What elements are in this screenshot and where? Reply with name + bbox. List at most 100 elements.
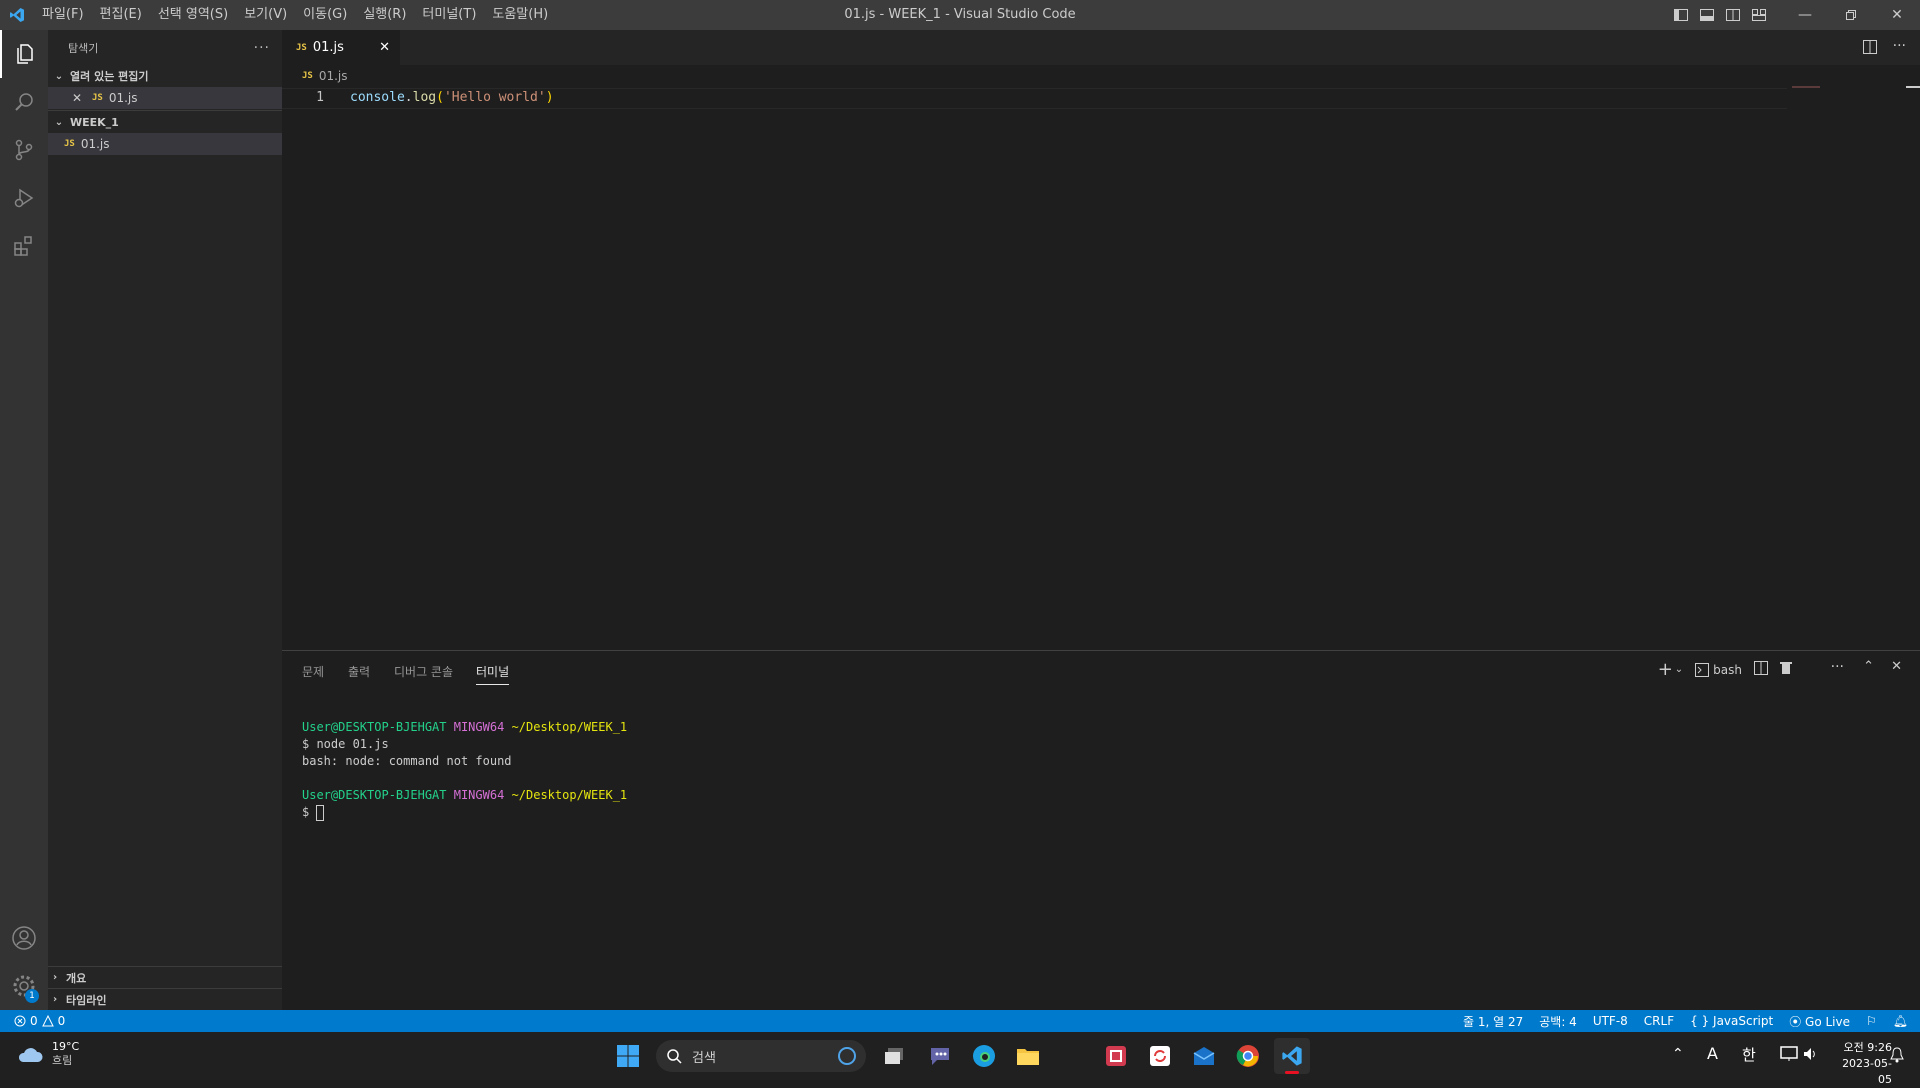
close-icon[interactable]: ✕	[72, 91, 86, 105]
search-icon[interactable]	[0, 78, 48, 126]
volume-icon[interactable]	[1802, 1046, 1818, 1066]
extensions-icon[interactable]	[0, 222, 48, 270]
encoding[interactable]: UTF-8	[1593, 1014, 1628, 1028]
js-file-icon: JS	[92, 93, 103, 103]
tab-debug-console[interactable]: 디버그 콘솔	[394, 663, 453, 680]
open-editor-item[interactable]: ✕ JS 01.js	[48, 87, 282, 109]
menu-help[interactable]: 도움말(H)	[484, 0, 556, 30]
bing-icon[interactable]	[838, 1047, 856, 1065]
clock-time: 오전 9:26	[1843, 1041, 1892, 1054]
windows-start-icon[interactable]	[610, 1038, 646, 1074]
source-control-icon[interactable]	[0, 126, 48, 174]
folder-section[interactable]: ⌄ WEEK_1	[48, 110, 282, 133]
trash-icon[interactable]	[1780, 661, 1792, 678]
editor-more-actions-icon[interactable]: ···	[1893, 38, 1906, 54]
code-string: 'Hello world'	[443, 90, 546, 105]
terminal-input-line[interactable]: $	[302, 804, 325, 821]
cursor-position[interactable]: 줄 1, 열 27	[1463, 1013, 1523, 1030]
red-app-icon[interactable]	[1098, 1038, 1134, 1074]
tab-terminal[interactable]: 터미널	[476, 663, 510, 685]
more-actions-icon[interactable]: ···	[254, 40, 270, 56]
cloud-icon	[18, 1048, 43, 1062]
file-tree-item[interactable]: JS 01.js	[48, 133, 282, 155]
taskbar-search-box[interactable]: 검색	[656, 1040, 866, 1072]
menu-bar: 파일(F) 편집(E) 선택 영역(S) 보기(V) 이동(G) 실행(R) 터…	[34, 0, 556, 30]
panel-more-actions-icon[interactable]: ···	[1831, 659, 1844, 675]
file-explorer-icon[interactable]	[1010, 1038, 1046, 1074]
network-monitor-icon[interactable]	[1780, 1046, 1798, 1066]
terminal-shell-selector[interactable]: bash	[1695, 662, 1742, 677]
problems-status[interactable]: 0 0	[0, 1014, 65, 1028]
language-mode[interactable]: { } JavaScript	[1690, 1014, 1773, 1028]
customize-layout-icon[interactable]	[1746, 0, 1772, 30]
toggle-primary-sidebar-icon[interactable]	[1668, 0, 1694, 30]
menu-run[interactable]: 실행(R)	[355, 0, 414, 30]
search-placeholder: 검색	[692, 1050, 716, 1066]
task-view-icon[interactable]	[876, 1038, 912, 1074]
tab-output[interactable]: 출력	[348, 663, 370, 680]
js-file-icon: JS	[296, 42, 307, 53]
go-live-label: Go Live	[1805, 1014, 1850, 1029]
term-path: ~/Desktop/WEEK_1	[511, 788, 628, 802]
maximize-panel-icon[interactable]: ⌃	[1863, 659, 1874, 674]
chevron-right-icon: ›	[52, 994, 58, 1005]
notifications-bell-icon[interactable]: 🔔︎	[1893, 1014, 1908, 1028]
ime-hangul-indicator[interactable]: 한	[1742, 1044, 1756, 1065]
toggle-secondary-sidebar-icon[interactable]	[1720, 0, 1746, 30]
breadcrumb[interactable]: JS 01.js	[282, 65, 348, 87]
toggle-panel-icon[interactable]	[1694, 0, 1720, 30]
outline-section[interactable]: › 개요	[48, 966, 282, 988]
vscode-taskbar-icon[interactable]	[1274, 1038, 1310, 1074]
mail-icon[interactable]	[1186, 1038, 1222, 1074]
tab-problems[interactable]: 문제	[302, 663, 324, 680]
chrome-browser-icon[interactable]	[1230, 1038, 1266, 1074]
scrollbar-indicator[interactable]	[1906, 86, 1920, 88]
tab-close-icon[interactable]: ✕	[379, 40, 390, 55]
sync-app-icon[interactable]	[1142, 1038, 1178, 1074]
terminal-prompt-line-1: User@DESKTOP-BJEHGAT MINGW64 ~/Desktop/W…	[302, 719, 627, 736]
close-panel-icon[interactable]: ✕	[1891, 659, 1902, 674]
end-of-line[interactable]: CRLF	[1644, 1014, 1674, 1028]
feedback-icon[interactable]: ⚐	[1866, 1014, 1877, 1028]
menu-terminal[interactable]: 터미널(T)	[414, 0, 484, 30]
vscode-logo-icon	[0, 0, 34, 30]
menu-view[interactable]: 보기(V)	[236, 0, 295, 30]
restore-button[interactable]	[1828, 0, 1874, 30]
minimize-button[interactable]: —	[1782, 0, 1828, 30]
open-editors-section[interactable]: ⌄ 열려 있는 편집기	[48, 65, 282, 87]
edge-browser-icon[interactable]	[966, 1038, 1002, 1074]
menu-go[interactable]: 이동(G)	[295, 0, 355, 30]
show-hidden-icons-chevron-icon[interactable]: ⌃	[1672, 1046, 1684, 1062]
code-method: log	[412, 90, 437, 105]
timeline-label: 타임라인	[66, 993, 107, 1007]
chevron-down-icon[interactable]: ⌄	[1675, 664, 1683, 675]
menu-selection[interactable]: 선택 영역(S)	[150, 0, 236, 30]
code-close-paren: )	[545, 90, 554, 105]
close-window-button[interactable]: ✕	[1874, 0, 1920, 30]
bottom-panel: 문제 출력 디버그 콘솔 터미널 + ⌄ bash ··· ⌃ ✕ User@D…	[282, 650, 1920, 1011]
code-line[interactable]: console.log('Hello world')	[350, 88, 554, 107]
accounts-icon[interactable]	[0, 914, 48, 962]
teams-chat-icon[interactable]	[922, 1038, 958, 1074]
manage-gear-icon[interactable]: 1	[0, 962, 48, 1010]
explorer-icon[interactable]	[0, 30, 48, 78]
breadcrumb-filename: 01.js	[318, 69, 348, 83]
split-terminal-icon[interactable]	[1754, 661, 1768, 678]
menu-file[interactable]: 파일(F)	[34, 0, 92, 30]
notification-bell-icon[interactable]	[1890, 1047, 1904, 1067]
timeline-section[interactable]: › 타임라인	[48, 988, 282, 1010]
term-host: MINGW64	[453, 720, 505, 734]
chevron-right-icon: ›	[52, 972, 58, 983]
menu-edit[interactable]: 편집(E)	[92, 0, 150, 30]
split-editor-icon[interactable]	[1862, 39, 1878, 59]
weather-widget[interactable]: 19°C 흐림	[16, 1040, 79, 1068]
minimap[interactable]	[1792, 86, 1820, 88]
ime-a-indicator[interactable]: A	[1707, 1044, 1718, 1063]
clock[interactable]: 오전 9:26 2023-05-05	[1836, 1040, 1892, 1088]
editor-tab[interactable]: JS 01.js ✕	[282, 30, 400, 65]
new-terminal-icon[interactable]: +	[1658, 659, 1673, 680]
go-live-button[interactable]: ⦿ Go Live	[1789, 1013, 1850, 1030]
code-dot: .	[404, 90, 413, 105]
run-debug-icon[interactable]	[0, 174, 48, 222]
indentation[interactable]: 공백: 4	[1539, 1013, 1577, 1030]
